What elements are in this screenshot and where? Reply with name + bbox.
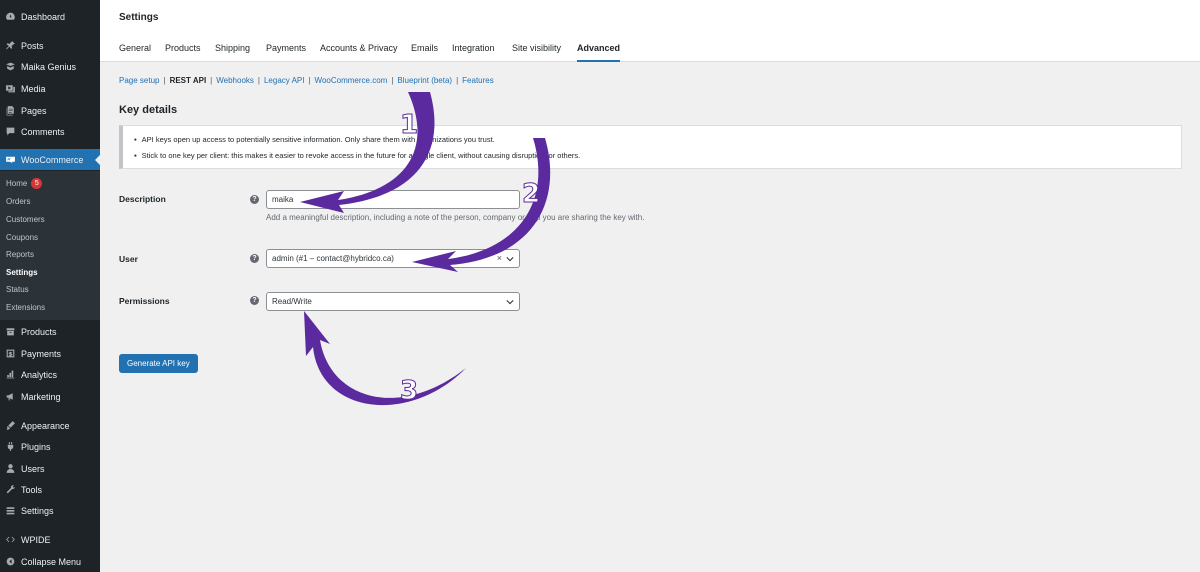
- subnav-blueprint[interactable]: Blueprint (beta): [397, 76, 452, 85]
- help-icon[interactable]: ?: [250, 195, 259, 204]
- menu-plugins[interactable]: Plugins: [0, 436, 100, 457]
- menu-marketing[interactable]: Marketing: [0, 386, 100, 407]
- menu-analytics[interactable]: Analytics: [0, 364, 100, 385]
- dashboard-icon: [0, 11, 21, 22]
- settings-icon: [0, 505, 21, 516]
- products-icon: [0, 326, 21, 337]
- woocommerce-submenu: Home 5 Orders Customers Coupons Reports S…: [0, 171, 100, 320]
- notification-badge: 5: [31, 178, 43, 189]
- help-icon[interactable]: ?: [250, 296, 259, 305]
- admin-sidebar: Dashboard Posts Maika Genius Media Pages…: [0, 0, 100, 572]
- submenu-status[interactable]: Status: [6, 281, 29, 298]
- chevron-down-icon: [506, 300, 514, 305]
- tools-icon: [0, 484, 21, 495]
- step-number-2: 2: [522, 179, 540, 209]
- payments-icon: [0, 348, 21, 359]
- permissions-select-value: Read/Write: [272, 297, 312, 306]
- info-notice: API keys open up access to potentially s…: [119, 125, 1182, 169]
- menu-media[interactable]: Media: [0, 78, 100, 99]
- menu-woocommerce[interactable]: WooCommerce: [0, 149, 100, 170]
- subnav-woocommerce-com[interactable]: WooCommerce.com: [315, 76, 388, 85]
- submenu-coupons[interactable]: Coupons: [6, 229, 38, 246]
- pages-icon: [0, 105, 21, 116]
- submenu-reports[interactable]: Reports: [6, 246, 34, 263]
- submenu-extensions[interactable]: Extensions: [6, 299, 45, 316]
- annotation-arrow-3: [304, 311, 466, 406]
- plugins-icon: [0, 441, 21, 452]
- menu-comments[interactable]: Comments: [0, 121, 100, 142]
- permissions-select[interactable]: Read/Write: [266, 292, 520, 311]
- help-icon[interactable]: ?: [250, 254, 259, 263]
- permissions-label: Permissions: [119, 296, 170, 306]
- tab-accounts-privacy[interactable]: Accounts & Privacy: [320, 43, 398, 62]
- user-select[interactable]: admin (#1 – contact@hybridco.ca) ×: [266, 249, 520, 268]
- tab-general[interactable]: General: [119, 43, 151, 62]
- menu-payments[interactable]: Payments: [0, 343, 100, 364]
- tab-advanced[interactable]: Advanced: [577, 43, 621, 62]
- subnav-page-setup[interactable]: Page setup: [119, 76, 159, 85]
- marketing-icon: [0, 391, 21, 402]
- subnav-legacy-api[interactable]: Legacy API: [264, 76, 304, 85]
- analytics-icon: [0, 369, 21, 380]
- menu-wpide[interactable]: WPIDE: [0, 529, 100, 550]
- page-title: Settings: [119, 12, 159, 23]
- comments-icon: [0, 126, 21, 137]
- submenu-home[interactable]: Home 5: [6, 175, 43, 192]
- notice-line: Stick to one key per client: this makes …: [134, 151, 581, 160]
- pin-icon: [0, 40, 21, 51]
- menu-maika-genius[interactable]: Maika Genius: [0, 56, 100, 77]
- notice-line: API keys open up access to potentially s…: [134, 135, 495, 144]
- description-help-text: Add a meaningful description, including …: [266, 213, 645, 222]
- tab-payments[interactable]: Payments: [266, 43, 306, 62]
- menu-users[interactable]: Users: [0, 458, 100, 479]
- advanced-subnav: Page setup | REST API | Webhooks | Legacy API |…: [119, 76, 494, 85]
- description-input[interactable]: maika: [266, 190, 520, 209]
- menu-appearance[interactable]: Appearance: [0, 415, 100, 436]
- subnav-features[interactable]: Features: [462, 76, 494, 85]
- submenu-customers[interactable]: Customers: [6, 211, 45, 228]
- tab-emails[interactable]: Emails: [411, 43, 438, 62]
- subnav-webhooks[interactable]: Webhooks: [216, 76, 254, 85]
- user-label: User: [119, 254, 138, 264]
- tab-site-visibility[interactable]: Site visibility: [512, 43, 561, 62]
- menu-tools[interactable]: Tools: [0, 479, 100, 500]
- tab-integration[interactable]: Integration: [452, 43, 495, 62]
- user-select-value: admin (#1 – contact@hybridco.ca): [272, 254, 394, 263]
- menu-posts[interactable]: Posts: [0, 35, 100, 56]
- menu-pages[interactable]: Pages: [0, 100, 100, 121]
- subnav-rest-api[interactable]: REST API: [170, 76, 207, 85]
- generate-api-key-button[interactable]: Generate API key: [119, 354, 198, 373]
- collapse-menu-button[interactable]: Collapse Menu: [0, 551, 100, 572]
- collapse-icon: [0, 556, 21, 567]
- submenu-orders[interactable]: Orders: [6, 193, 30, 210]
- menu-dashboard[interactable]: Dashboard: [0, 6, 100, 27]
- annotation-overlay: 1 2 3: [300, 92, 551, 407]
- appearance-icon: [0, 420, 21, 431]
- tab-products[interactable]: Products: [165, 43, 201, 62]
- submenu-settings[interactable]: Settings: [6, 264, 38, 281]
- woocommerce-icon: [0, 154, 21, 165]
- genius-icon: [0, 61, 21, 72]
- menu-products[interactable]: Products: [0, 321, 100, 342]
- step-number-3: 3: [400, 376, 418, 406]
- tab-shipping[interactable]: Shipping: [215, 43, 250, 62]
- description-label: Description: [119, 194, 166, 204]
- clear-icon[interactable]: ×: [497, 253, 502, 263]
- media-icon: [0, 83, 21, 94]
- code-icon: [0, 534, 21, 545]
- users-icon: [0, 463, 21, 474]
- chevron-down-icon: [506, 257, 514, 262]
- section-title: Key details: [119, 104, 178, 116]
- menu-settings[interactable]: Settings: [0, 500, 100, 521]
- settings-header: Settings General Products Shipping Payme…: [100, 0, 1200, 62]
